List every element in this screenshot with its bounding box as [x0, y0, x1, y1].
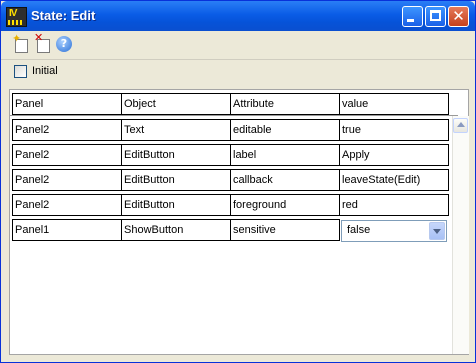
cell-attribute[interactable]: editable: [230, 119, 340, 141]
dropdown-arrow-button[interactable]: [429, 222, 445, 240]
initial-checkbox[interactable]: [14, 65, 27, 78]
cell-value[interactable]: Apply: [339, 144, 449, 166]
cell-panel[interactable]: Panel2: [12, 169, 122, 191]
cell-attribute[interactable]: foreground: [230, 194, 340, 216]
state-edit-window: IV State: Edit ✕ ✦ ✕ ? Initial Panel Obj…: [0, 0, 476, 363]
scroll-up-button[interactable]: [453, 118, 468, 133]
minimize-button[interactable]: [402, 6, 423, 27]
title-bar[interactable]: IV State: Edit ✕: [1, 1, 475, 31]
cell-value[interactable]: true: [339, 119, 449, 141]
maximize-icon: [430, 10, 441, 21]
minimize-icon: [407, 19, 414, 22]
dropdown-selected-value: false: [347, 224, 371, 236]
cell-object[interactable]: EditButton: [121, 169, 231, 191]
header-panel: Panel: [12, 93, 122, 115]
state-table: Panel Object Attribute value Panel2 Text…: [9, 89, 469, 355]
vertical-scrollbar[interactable]: [452, 116, 469, 354]
header-value: value: [339, 93, 449, 115]
cell-value[interactable]: red: [339, 194, 449, 216]
close-button[interactable]: ✕: [448, 6, 469, 27]
cell-attribute[interactable]: sensitive: [230, 219, 340, 241]
cell-object[interactable]: EditButton: [121, 194, 231, 216]
header-attribute: Attribute: [230, 93, 340, 115]
cell-attribute[interactable]: label: [230, 144, 340, 166]
cell-attribute[interactable]: callback: [230, 169, 340, 191]
maximize-button[interactable]: [425, 6, 446, 27]
header-object: Object: [121, 93, 231, 115]
toolbar: ✦ ✕ ?: [1, 31, 475, 60]
initial-label: Initial: [32, 65, 58, 77]
cell-value[interactable]: leaveState(Edit): [339, 169, 449, 191]
value-dropdown[interactable]: false: [341, 220, 447, 242]
close-icon: ✕: [452, 7, 465, 25]
arrow-up-icon: [457, 122, 465, 127]
cell-object[interactable]: EditButton: [121, 144, 231, 166]
help-icon[interactable]: ?: [56, 36, 72, 52]
delete-button[interactable]: ✕: [34, 32, 52, 53]
window-title: State: Edit: [31, 8, 96, 23]
chevron-down-icon: [433, 229, 441, 234]
cell-panel[interactable]: Panel2: [12, 144, 122, 166]
new-button[interactable]: ✦: [12, 33, 30, 53]
cell-panel[interactable]: Panel2: [12, 194, 122, 216]
app-icon: IV: [6, 7, 27, 27]
cell-panel[interactable]: Panel1: [12, 219, 122, 241]
cell-object[interactable]: ShowButton: [121, 219, 231, 241]
cell-object[interactable]: Text: [121, 119, 231, 141]
cell-panel[interactable]: Panel2: [12, 119, 122, 141]
table-header: Panel Object Attribute value: [10, 90, 458, 116]
